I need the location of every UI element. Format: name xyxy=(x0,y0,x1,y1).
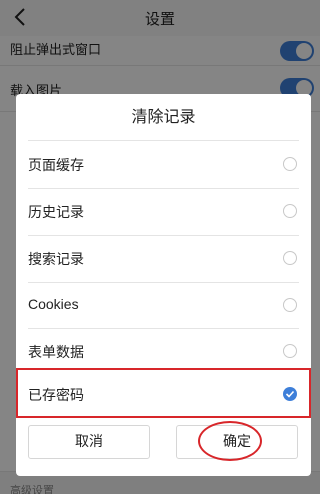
option-label: 搜索记录 xyxy=(28,251,84,267)
option-cookies[interactable]: Cookies xyxy=(16,282,311,329)
option-label: 历史记录 xyxy=(28,204,84,220)
annotation-highlight-box xyxy=(16,368,311,418)
cancel-button[interactable]: 取消 xyxy=(28,425,150,459)
clear-records-dialog: 清除记录 页面缓存 历史记录 搜索记录 Cookies 表单数据 已存密码 取消… xyxy=(16,94,311,476)
radio-unchecked-icon[interactable] xyxy=(283,251,297,265)
radio-unchecked-icon[interactable] xyxy=(283,157,297,171)
option-page-cache[interactable]: 页面缓存 xyxy=(16,141,311,188)
option-label: Cookies xyxy=(28,296,79,312)
dialog-title: 清除记录 xyxy=(131,107,196,126)
option-search-history[interactable]: 搜索记录 xyxy=(16,235,311,282)
watermark: KK下载 xyxy=(240,458,312,479)
radio-unchecked-icon[interactable] xyxy=(283,204,297,218)
option-label: 页面缓存 xyxy=(28,157,84,173)
option-history[interactable]: 历史记录 xyxy=(16,188,311,235)
radio-unchecked-icon[interactable] xyxy=(283,298,297,312)
option-label: 表单数据 xyxy=(28,344,84,360)
radio-unchecked-icon[interactable] xyxy=(283,344,297,358)
